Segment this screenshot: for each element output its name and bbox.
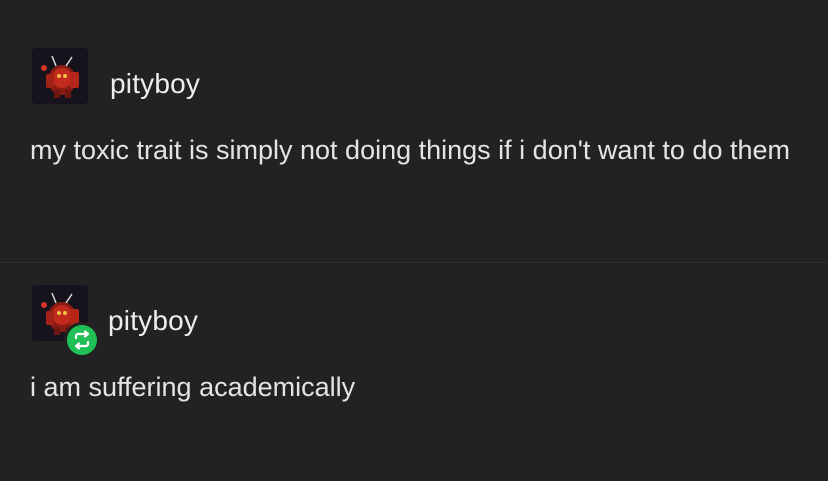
username[interactable]: pityboy bbox=[108, 305, 198, 337]
red-robot-avatar-icon bbox=[32, 48, 88, 104]
post-text: i am suffering academically bbox=[30, 372, 356, 402]
post-reblog: pityboy i am suffering academically bbox=[0, 262, 828, 481]
reblog-badge bbox=[64, 322, 100, 358]
username[interactable]: pityboy bbox=[110, 68, 200, 100]
post-text: my toxic trait is simply not doing thing… bbox=[30, 135, 790, 165]
reblog-icon bbox=[74, 330, 90, 350]
post-original: pityboy my toxic trait is simply not doi… bbox=[0, 0, 828, 262]
avatar[interactable] bbox=[32, 48, 88, 104]
